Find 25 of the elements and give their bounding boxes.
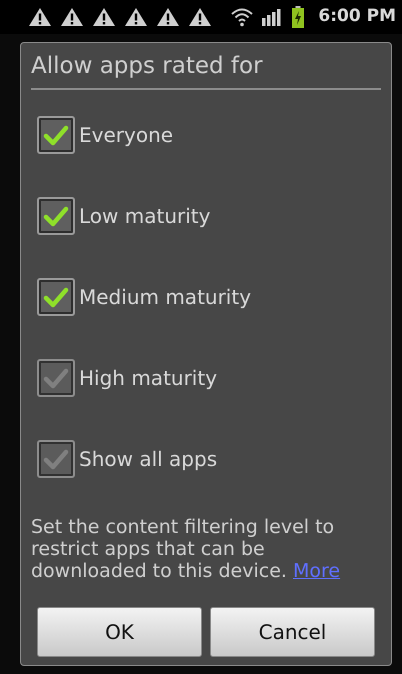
warning-icon	[92, 7, 116, 27]
option-label[interactable]: Medium maturity	[79, 282, 252, 312]
checkmark-icon	[43, 448, 69, 470]
checkmark-icon	[43, 205, 69, 227]
checkbox[interactable]	[37, 116, 75, 154]
warning-icon	[124, 7, 148, 27]
option-label[interactable]: Low maturity	[79, 201, 210, 231]
warning-icon	[60, 7, 84, 27]
checkmark-icon	[43, 124, 69, 146]
option-label[interactable]: Everyone	[79, 120, 174, 150]
cancel-button[interactable]: Cancel	[210, 607, 375, 657]
checkbox[interactable]	[37, 197, 75, 235]
warning-icon	[28, 7, 52, 27]
signal-icon	[262, 8, 282, 26]
checkbox[interactable]	[37, 278, 75, 316]
battery-charging-icon	[292, 6, 304, 28]
dialog-title: Allow apps rated for	[30, 52, 264, 81]
description-text: Set the content filtering level to restrict apps that can be downloaded to this device. More	[30, 516, 342, 582]
wifi-icon	[230, 7, 254, 27]
checkmark-icon	[43, 367, 69, 389]
checkmark-icon	[43, 286, 69, 308]
warning-icon	[188, 7, 212, 27]
warning-icon	[156, 7, 180, 27]
clock-time: 6:00 PM	[318, 5, 396, 28]
ok-button[interactable]: OK	[37, 607, 202, 657]
